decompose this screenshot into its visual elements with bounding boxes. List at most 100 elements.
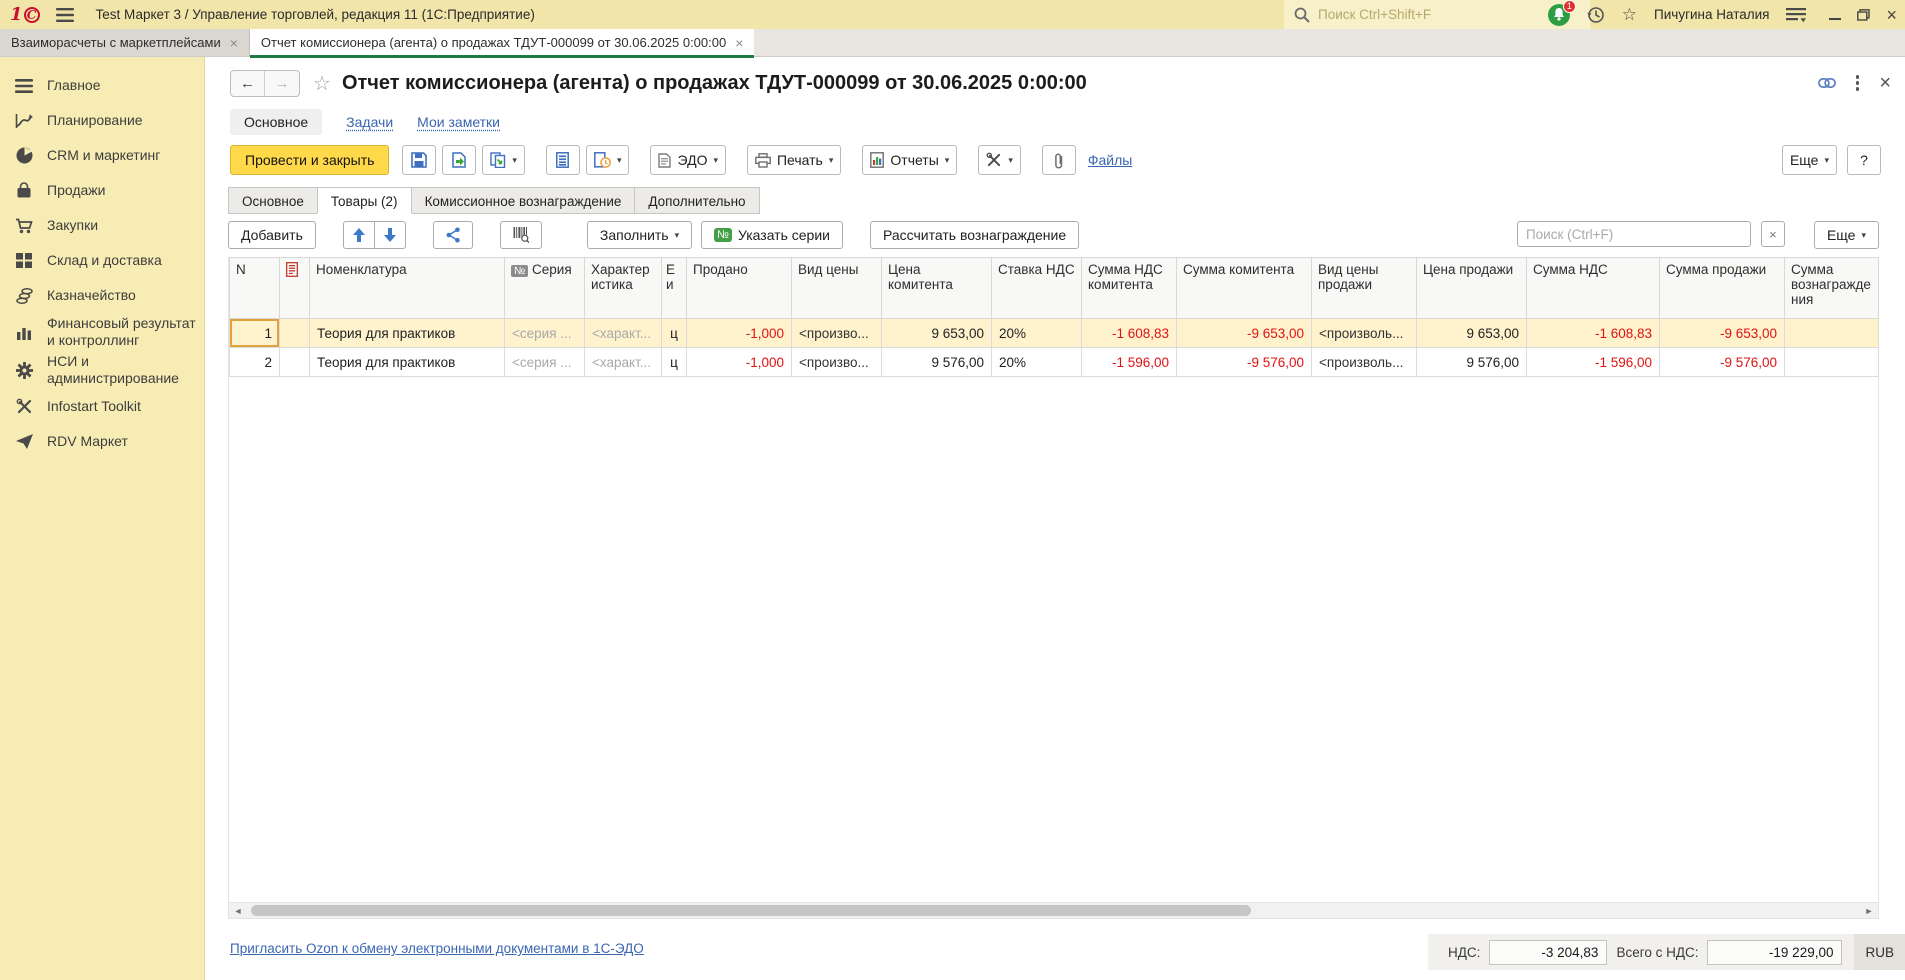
print-button[interactable]: Печать▾ [747, 145, 841, 175]
table-row[interactable]: 1 Теория для практиков <серия ... <харак… [230, 319, 1879, 348]
scroll-left-arrow[interactable]: ◄ [229, 906, 247, 916]
col-sale-price[interactable]: Цена продажи [1417, 258, 1527, 319]
col-characteristic[interactable]: Характеристика [585, 258, 662, 319]
calc-reward-button[interactable]: Рассчитать вознаграждение [870, 221, 1079, 249]
table-more-button[interactable]: Еще▾ [1814, 221, 1879, 249]
horizontal-scrollbar[interactable]: ◄ ► [229, 902, 1878, 918]
restore-button[interactable] [1857, 9, 1870, 21]
navlink-main[interactable]: Основное [230, 109, 322, 135]
sidebar-item-purchases[interactable]: Закупки [0, 208, 204, 243]
dropdown-caret: ▾ [1861, 230, 1866, 241]
arrow-up-icon [353, 228, 365, 242]
table-search-input[interactable] [1517, 221, 1751, 247]
more-button[interactable]: Еще▾ [1782, 145, 1837, 175]
close-window-button[interactable]: × [1886, 6, 1897, 24]
sidebar-item-crm[interactable]: CRM и маркетинг [0, 138, 204, 173]
sidebar-item-rdv[interactable]: RDV Маркет [0, 424, 204, 459]
sidebar-item-treasury[interactable]: Казначейство [0, 278, 204, 313]
col-series[interactable]: № Серия [505, 258, 585, 319]
history-icon[interactable] [1587, 6, 1605, 24]
col-sold[interactable]: Продано [687, 258, 792, 319]
nav-forward-button[interactable]: → [265, 71, 299, 96]
scroll-right-arrow[interactable]: ► [1860, 906, 1878, 916]
tools-icon [986, 152, 1002, 168]
dropdown-caret: ▾ [945, 155, 950, 166]
user-menu-icon[interactable] [1786, 7, 1806, 23]
create-based-on-button[interactable]: ▾ [482, 145, 525, 175]
tab-commission[interactable]: Комиссионное вознаграждение [412, 187, 635, 214]
col-nomenclature[interactable]: Номенклатура [310, 258, 505, 319]
col-price-kind[interactable]: Вид цены [792, 258, 882, 319]
tab-additional[interactable]: Дополнительно [634, 187, 759, 214]
global-search[interactable] [1284, 0, 1590, 29]
attachments-button[interactable] [1042, 145, 1076, 175]
col-principal-sum[interactable]: Сумма комитента [1177, 258, 1312, 319]
navlink-notes[interactable]: Мои заметки [417, 114, 500, 130]
add-row-button[interactable]: Добавить [228, 221, 316, 249]
barcode-scan-button[interactable] [500, 221, 542, 249]
set-series-button[interactable]: №Указать серии [701, 221, 843, 249]
col-vat-rate[interactable]: Ставка НДС [992, 258, 1082, 319]
save-button[interactable] [402, 145, 436, 175]
sidebar-item-warehouse[interactable]: Склад и доставка [0, 243, 204, 278]
document-log-button[interactable]: ▾ [586, 145, 630, 175]
series-number-badge: № [714, 228, 732, 242]
move-down-button[interactable] [375, 221, 406, 249]
post-document-button[interactable] [442, 145, 476, 175]
sidebar-item-finance[interactable]: Финансовый результат и контроллинг [0, 313, 204, 351]
global-search-input[interactable] [1318, 7, 1568, 22]
help-button[interactable]: ? [1847, 145, 1881, 175]
minimize-button[interactable] [1829, 10, 1841, 20]
col-doc-icon[interactable] [280, 258, 310, 319]
invite-ozon-link[interactable]: Пригласить Ozon к обмену электронными до… [230, 941, 644, 956]
navlink-tasks[interactable]: Задачи [346, 114, 393, 130]
close-tab-icon[interactable]: × [735, 35, 743, 51]
close-form-icon[interactable]: × [1879, 73, 1891, 93]
edo-button[interactable]: ЭДО▾ [650, 145, 726, 175]
col-sale-sum[interactable]: Сумма продажи [1660, 258, 1785, 319]
sidebar-item-infostart[interactable]: Infostart Toolkit [0, 389, 204, 424]
app-tab-report[interactable]: Отчет комиссионера (агента) о продажах Т… [250, 29, 754, 56]
close-tab-icon[interactable]: × [230, 35, 238, 51]
window-titlebar: 1С Test Маркет 3 / Управление торговлей,… [0, 0, 1905, 29]
col-reward[interactable]: Сумма вознаграждения [1785, 258, 1879, 319]
col-sale-price-kind[interactable]: Вид цены продажи [1312, 258, 1417, 319]
structure-button[interactable] [433, 221, 473, 249]
planning-chart-icon [14, 113, 34, 129]
table-row[interactable]: 2 Теория для практиков <серия ... <харак… [230, 348, 1879, 377]
get-link-icon[interactable] [1818, 78, 1836, 88]
notification-badge: 1 [1563, 0, 1576, 13]
nav-back-button[interactable]: ← [231, 71, 265, 96]
col-principal-vat[interactable]: Сумма НДС комитента [1082, 258, 1177, 319]
favorites-icon[interactable]: ☆ [1622, 6, 1637, 23]
col-sale-vat[interactable]: Сумма НДС [1527, 258, 1660, 319]
sidebar-item-admin[interactable]: НСИ и администрирование [0, 351, 204, 389]
form-area: ← → ☆ Отчет комиссионера (агента) о прод… [206, 57, 1905, 980]
sidebar-item-sales[interactable]: Продажи [0, 173, 204, 208]
total-with-vat-field: -19 229,00 [1707, 940, 1842, 965]
post-and-close-button[interactable]: Провести и закрыть [230, 145, 389, 175]
report-icon [870, 152, 884, 168]
col-unit[interactable]: Е и [662, 258, 687, 319]
show-in-list-button[interactable] [546, 145, 580, 175]
move-up-button[interactable] [343, 221, 375, 249]
sidebar-item-planning[interactable]: Планирование [0, 103, 204, 138]
col-n[interactable]: N [230, 258, 280, 319]
fill-button[interactable]: Заполнить▾ [587, 221, 692, 249]
more-actions-icon[interactable] [1856, 75, 1860, 91]
app-tab-settlements[interactable]: Взаиморасчеты с маркетплейсами × [0, 29, 250, 56]
favorite-star-icon[interactable]: ☆ [313, 71, 331, 96]
scrollbar-thumb[interactable] [251, 905, 1251, 916]
files-link[interactable]: Файлы [1088, 152, 1132, 168]
reports-button[interactable]: Отчеты▾ [862, 145, 957, 175]
goods-table: N Номенклатура № Серия Характеристика Е … [228, 257, 1879, 919]
tab-goods[interactable]: Товары (2) [317, 187, 412, 214]
sidebar-item-main[interactable]: Главное [0, 68, 204, 103]
tab-main[interactable]: Основное [228, 187, 317, 214]
current-user[interactable]: Пичугина Наталия [1654, 7, 1769, 22]
service-tools-button[interactable]: ▾ [978, 145, 1021, 175]
col-principal-price[interactable]: Цена комитента [882, 258, 992, 319]
clear-search-button[interactable]: × [1761, 221, 1785, 247]
notifications-button[interactable]: 1 [1548, 4, 1570, 26]
main-menu-button[interactable] [56, 8, 74, 22]
